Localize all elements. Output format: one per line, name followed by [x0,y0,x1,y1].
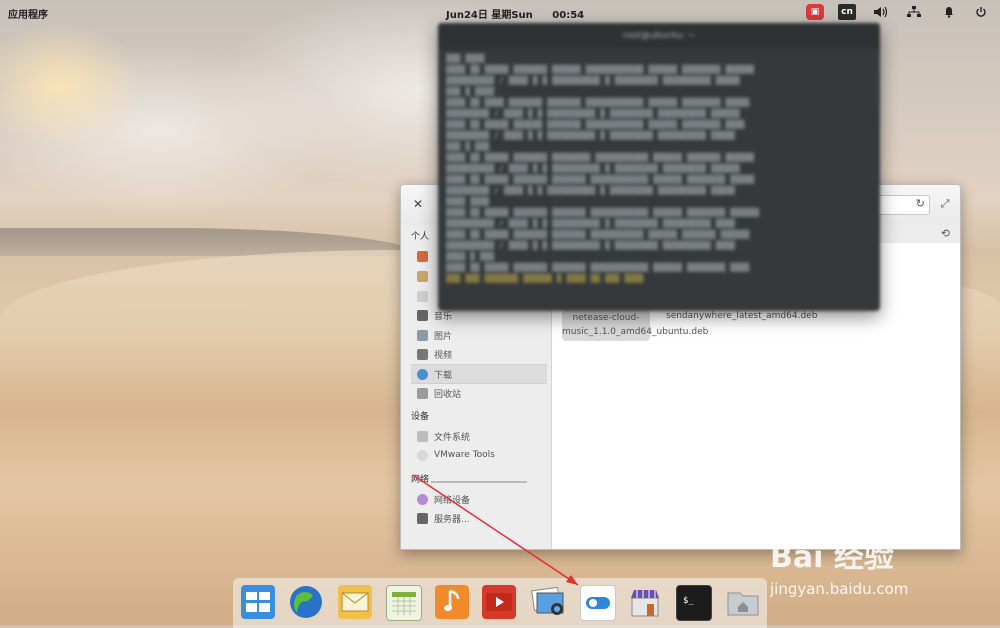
baidu-watermark: Bai 经验 jingyan.baidu.com [770,520,990,610]
watermark-url: jingyan.baidu.com [770,580,909,598]
watermark-brand: Bai 经验 [770,540,894,575]
